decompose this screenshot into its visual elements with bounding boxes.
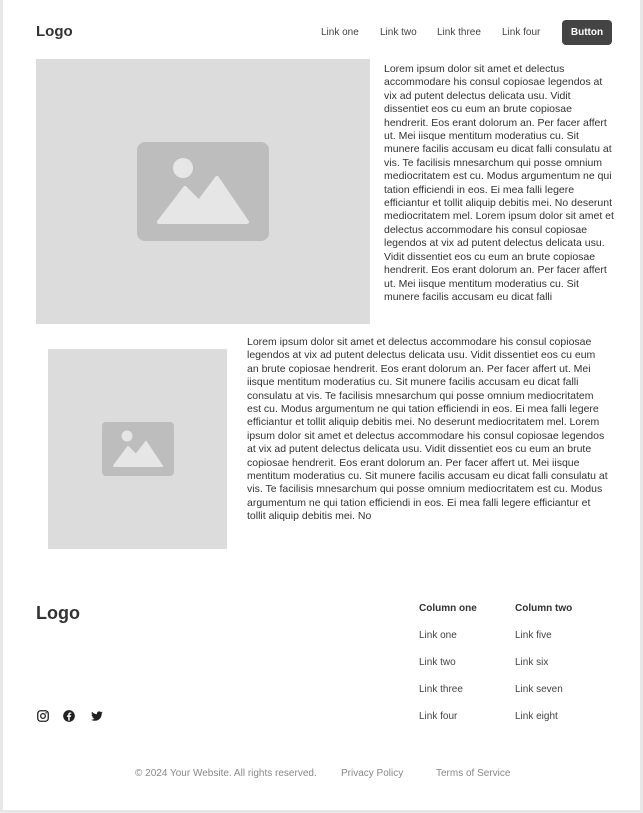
hero-image-placeholder	[36, 59, 370, 324]
footer-link-one[interactable]: Link one	[419, 630, 457, 641]
facebook-icon[interactable]	[62, 709, 76, 723]
header-logo[interactable]: Logo	[36, 23, 73, 40]
page: Logo Link one Link two Link three Link f…	[3, 0, 640, 810]
footer-logo[interactable]: Logo	[36, 603, 80, 624]
terms-of-service-link[interactable]: Terms of Service	[436, 768, 510, 779]
nav-link-one[interactable]: Link one	[321, 27, 359, 38]
footer-link-three[interactable]: Link three	[419, 684, 463, 695]
nav-link-two[interactable]: Link two	[380, 27, 417, 38]
footer-link-eight[interactable]: Link eight	[515, 711, 558, 722]
footer-link-two[interactable]: Link two	[419, 657, 456, 668]
section-one-text: Lorem ipsum dolor sit amet et delectus a…	[384, 63, 614, 303]
nav-link-four[interactable]: Link four	[502, 27, 540, 38]
navbar: Logo Link one Link two Link three Link f…	[3, 0, 640, 60]
footer-link-five[interactable]: Link five	[515, 630, 552, 641]
footer-column-one-title: Column one	[419, 603, 477, 614]
nav-link-three[interactable]: Link three	[437, 27, 481, 38]
footer-link-six[interactable]: Link six	[515, 657, 548, 668]
image-placeholder-icon	[101, 422, 174, 476]
feature-image-placeholder	[48, 349, 227, 549]
section-two-text: Lorem ipsum dolor sit amet et delectus a…	[247, 336, 608, 523]
privacy-policy-link[interactable]: Privacy Policy	[341, 768, 403, 779]
footer-link-four[interactable]: Link four	[419, 711, 457, 722]
footer-link-seven[interactable]: Link seven	[515, 684, 563, 695]
image-placeholder-icon	[137, 142, 269, 241]
instagram-icon[interactable]	[36, 709, 50, 723]
header-button[interactable]: Button	[562, 20, 612, 45]
footer-column-two-title: Column two	[515, 603, 573, 614]
twitter-icon[interactable]	[90, 709, 104, 723]
copyright-text: © 2024 Your Website. All rights reserved…	[135, 768, 317, 779]
